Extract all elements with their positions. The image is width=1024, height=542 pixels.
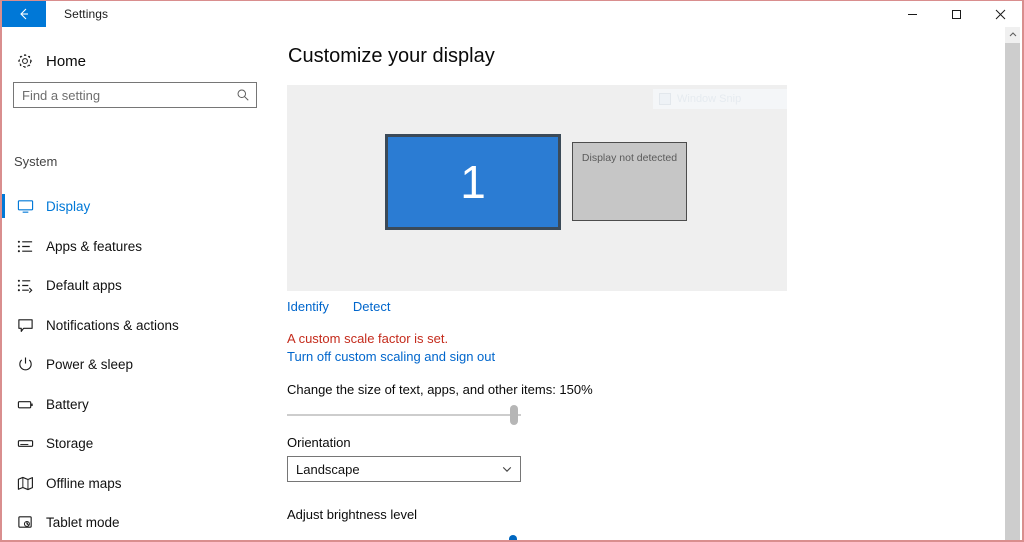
window-controls xyxy=(890,1,1022,27)
scale-slider-label: Change the size of text, apps, and other… xyxy=(287,382,593,397)
power-icon xyxy=(6,356,44,373)
sidebar-item-battery[interactable]: Battery xyxy=(2,385,274,425)
speech-bubble-icon xyxy=(6,317,44,334)
selection-accent-bar xyxy=(2,273,5,297)
sidebar-item-label: Power & sleep xyxy=(46,357,134,373)
maximize-button[interactable] xyxy=(934,1,978,27)
close-button[interactable] xyxy=(978,1,1022,27)
sidebar-item-storage[interactable]: Storage xyxy=(2,424,274,464)
selection-accent-bar xyxy=(2,392,5,416)
sidebar-group-label: System xyxy=(14,154,58,169)
turn-off-custom-scaling-link[interactable]: Turn off custom scaling and sign out xyxy=(287,349,495,364)
search-input[interactable] xyxy=(14,83,230,107)
sidebar-item-label: Notifications & actions xyxy=(46,317,179,333)
sidebar-item-notifications-actions[interactable]: Notifications & actions xyxy=(2,306,274,346)
back-arrow-icon xyxy=(16,6,32,22)
vertical-scrollbar[interactable] xyxy=(1005,27,1020,540)
sidebar-nav-list: Display Apps & features Default apps Not… xyxy=(2,187,274,540)
map-icon xyxy=(6,475,44,492)
sidebar-home-label: Home xyxy=(46,52,87,70)
sidebar-item-power-sleep[interactable]: Power & sleep xyxy=(2,345,274,385)
selection-accent-bar xyxy=(2,234,5,258)
selection-accent-bar xyxy=(2,313,5,337)
selection-accent-bar xyxy=(2,352,5,376)
snip-square-icon xyxy=(659,93,671,105)
sidebar-item-label: Offline maps xyxy=(46,475,122,491)
window-snip-ghost-toolbar: Window Snip xyxy=(653,89,787,109)
selection-accent-bar xyxy=(2,194,5,218)
scale-slider-thumb[interactable] xyxy=(510,405,518,425)
orientation-dropdown[interactable]: Landscape xyxy=(287,456,521,482)
sidebar-item-label: Default apps xyxy=(46,278,122,294)
battery-icon xyxy=(6,396,44,413)
detect-link[interactable]: Detect xyxy=(353,299,391,314)
sidebar-item-home[interactable]: Home xyxy=(2,44,274,78)
settings-window: Settings Home Find a setting System Disp… xyxy=(0,0,1024,542)
window-title: Settings xyxy=(64,7,109,21)
back-button[interactable] xyxy=(2,1,46,27)
monitor-icon xyxy=(6,198,44,215)
scroll-up-button[interactable] xyxy=(1005,27,1020,42)
brightness-slider[interactable] xyxy=(287,527,521,540)
search-box[interactable] xyxy=(13,82,257,108)
sidebar-item-tablet-mode[interactable]: Tablet mode xyxy=(2,503,274,540)
orientation-label: Orientation xyxy=(287,435,351,450)
monitor-2-label: Display not detected xyxy=(581,152,678,164)
selection-accent-bar xyxy=(2,510,5,534)
brightness-slider-thumb[interactable] xyxy=(509,535,517,540)
gear-icon xyxy=(6,52,44,70)
sidebar: Home System Display xyxy=(2,27,274,540)
sidebar-item-default-apps[interactable]: Default apps xyxy=(2,266,274,306)
scrollbar-thumb[interactable] xyxy=(1005,43,1020,540)
display-preview-area[interactable]: Window Snip 1 Display not detected xyxy=(287,85,787,291)
list-arrow-icon xyxy=(6,277,44,294)
window-snip-label: Window Snip xyxy=(677,93,742,105)
title-bar: Settings xyxy=(2,1,1022,27)
sidebar-item-display[interactable]: Display xyxy=(2,187,274,227)
identify-link[interactable]: Identify xyxy=(287,299,329,314)
chevron-down-icon xyxy=(494,463,520,475)
sidebar-item-offline-maps[interactable]: Offline maps xyxy=(2,464,274,504)
sidebar-item-label: Display xyxy=(46,199,91,215)
orientation-value: Landscape xyxy=(296,461,360,477)
selection-accent-bar xyxy=(2,431,5,455)
sidebar-item-label: Battery xyxy=(46,396,89,412)
monitor-2-not-detected[interactable]: Display not detected xyxy=(572,142,687,221)
sidebar-item-apps-features[interactable]: Apps & features xyxy=(2,227,274,267)
sidebar-item-label: Tablet mode xyxy=(46,515,120,531)
page-title: Customize your display xyxy=(288,45,495,67)
scale-slider-track xyxy=(287,414,521,416)
brightness-label: Adjust brightness level xyxy=(287,507,418,522)
list-icon xyxy=(6,238,44,255)
drive-icon xyxy=(6,435,44,452)
selection-accent-bar xyxy=(2,471,5,495)
tablet-icon xyxy=(6,514,44,531)
sidebar-item-label: Apps & features xyxy=(46,238,143,254)
preview-actions: Identify Detect xyxy=(287,299,391,314)
scale-slider[interactable] xyxy=(287,402,521,428)
sidebar-item-label: Storage xyxy=(46,436,94,452)
custom-scale-warning: A custom scale factor is set. xyxy=(287,331,449,346)
minimize-button[interactable] xyxy=(890,1,934,27)
monitor-1[interactable]: 1 xyxy=(385,134,561,230)
search-icon[interactable] xyxy=(230,83,256,107)
monitor-1-number: 1 xyxy=(460,156,486,208)
main-content: Customize your display Window Snip 1 Dis… xyxy=(274,27,1008,540)
